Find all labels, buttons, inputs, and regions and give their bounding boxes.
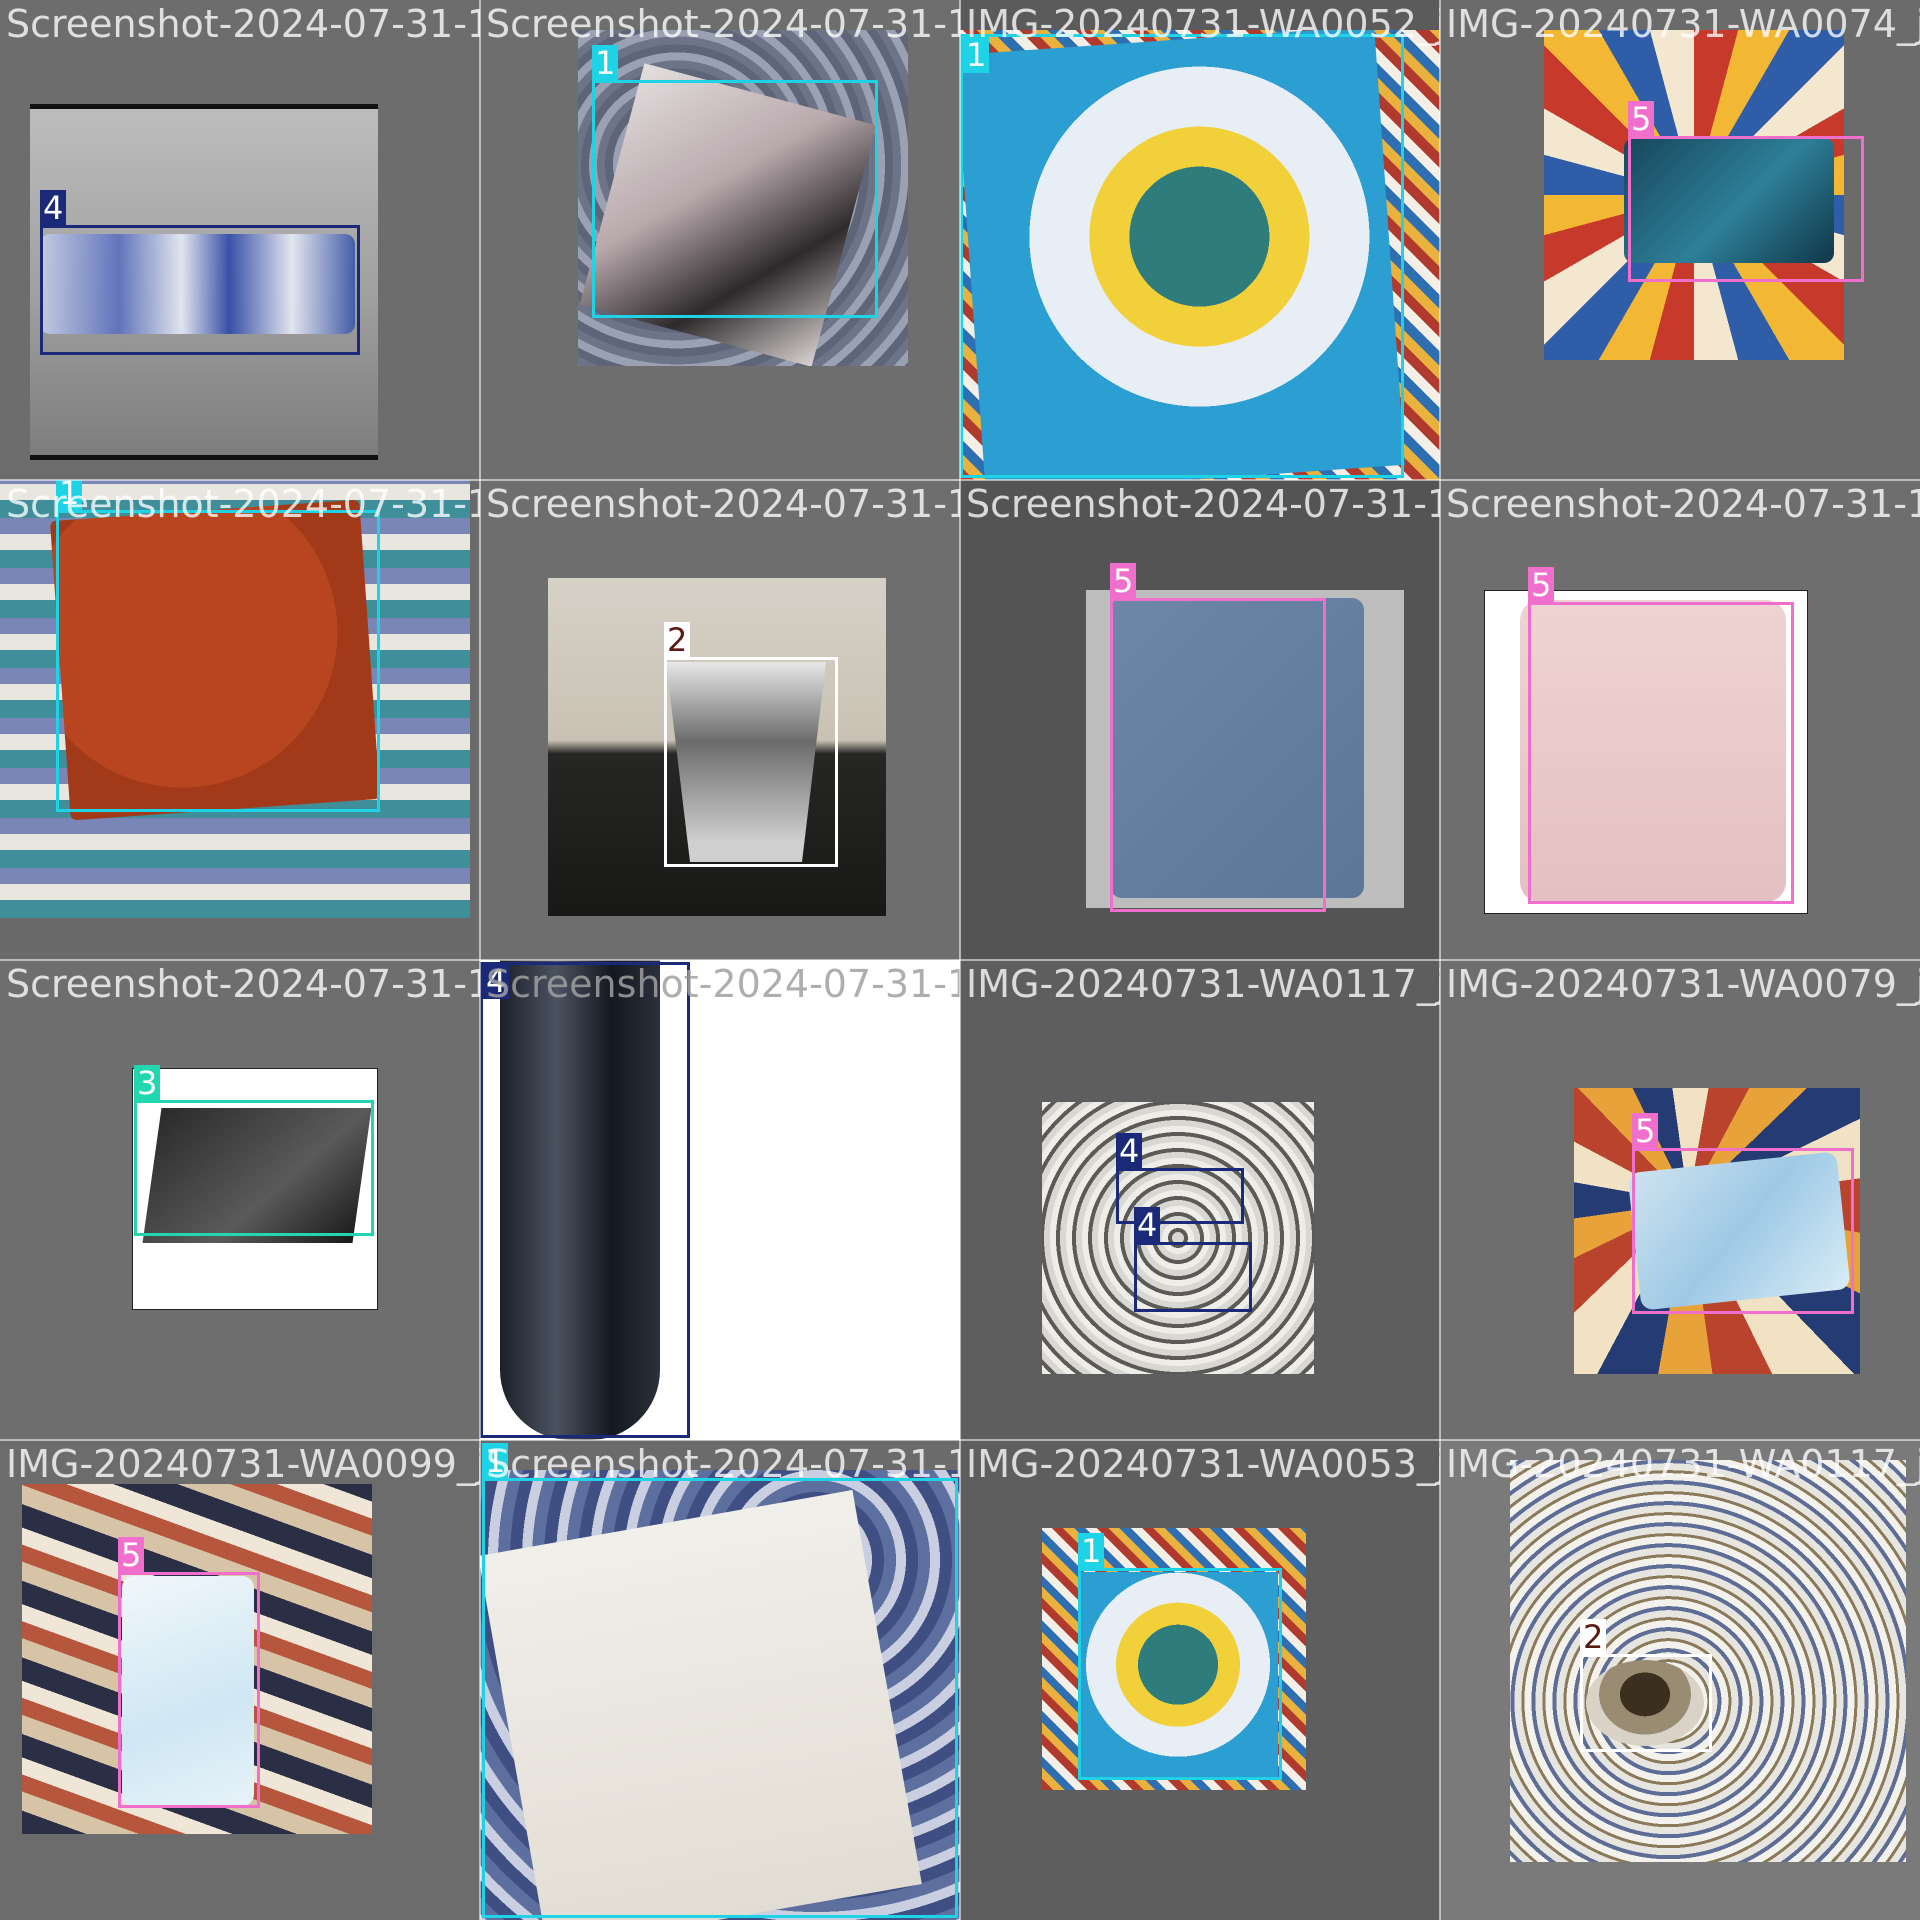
grid-divider <box>0 479 1920 481</box>
photo-patterned-cloth <box>1042 1102 1314 1374</box>
tile-15: 1 IMG-20240731-WA0053_jpg.rf <box>960 1440 1440 1920</box>
bbox: 3 <box>134 1065 374 1236</box>
tile-8: 5 Screenshot-2024-07-31-121 <box>1440 480 1920 960</box>
detection-mosaic: 4 Screenshot-2024-07-31-125739-Copy_png.… <box>0 0 1920 1920</box>
image-filename: IMG-20240731-WA0053_jpg.rf <box>966 1442 1440 1486</box>
bbox: 5 <box>1632 1113 1854 1314</box>
bbox: 4 <box>1134 1207 1252 1312</box>
bbox-class-label: 2 <box>1580 1619 1607 1655</box>
bbox: 1 <box>56 480 380 812</box>
tile-12: 5 IMG-20240731-WA0079_jpg <box>1440 960 1920 1440</box>
bbox-class-label: 4 <box>40 190 67 226</box>
bbox: 4 <box>40 190 360 355</box>
bbox-class-label: 3 <box>134 1065 161 1101</box>
grid-divider <box>0 959 1920 961</box>
bbox: 4 <box>480 962 690 1438</box>
bbox: 1 <box>482 1443 958 1918</box>
tile-10: 4 Screenshot-2024-07-31-125424-Copy_png.… <box>480 960 960 1440</box>
image-filename: Screenshot-2024-07-31-125739-Copy_png.rf <box>6 2 480 46</box>
image-filename: Screenshot-2024-07-31-123939_png.rf.1d9 <box>6 962 480 1006</box>
tile-5: 1 Screenshot-2024-07-31-125250-png.rf.b2… <box>0 480 480 960</box>
bbox: 1 <box>1078 1533 1282 1780</box>
bbox: 5 <box>1528 567 1794 904</box>
bbox: 1 <box>960 34 1404 478</box>
tile-4: 5 IMG-20240731-WA0074_jpg.rf.e2fd <box>1440 0 1920 480</box>
bbox-class-label: 1 <box>963 37 990 73</box>
tile-16: 2 IMG-20240731-WA0117_jpg <box>1440 1440 1920 1920</box>
bbox-class-label: 5 <box>1632 1113 1659 1149</box>
bbox-class-label: 4 <box>1116 1133 1143 1169</box>
bbox: 5 <box>118 1537 260 1808</box>
tile-9: 3 Screenshot-2024-07-31-123939_png.rf.1d… <box>0 960 480 1440</box>
image-filename: IMG-20240731-WA0117_jpg.rf.3a32 <box>966 962 1440 1006</box>
tile-2: 1 Screenshot-2024-07-31-125150-png.rf <box>480 0 960 480</box>
tile-11: 4 4 IMG-20240731-WA0117_jpg.rf.3a32 <box>960 960 1440 1440</box>
tile-6: 2 Screenshot-2024-07-31-123725_png.rf.0e… <box>480 480 960 960</box>
bbox-class-label: 5 <box>1528 567 1555 603</box>
bbox: 1 <box>592 45 878 318</box>
bbox-class-label: 5 <box>1628 101 1655 137</box>
image-filename: Screenshot-2024-07-31-121 <box>1446 482 1920 526</box>
bbox-class-label: 2 <box>664 622 691 658</box>
tile-7: 5 Screenshot-2024-07-31-121551_png.rf.0d… <box>960 480 1440 960</box>
image-filename: IMG-20240731-WA0099_jpg.rf.deee2cff8f0a <box>6 1442 480 1486</box>
image-filename: Screenshot-2024-07-31-123725_png.rf.0e3 <box>486 482 960 526</box>
tile-1: 4 Screenshot-2024-07-31-125739-Copy_png.… <box>0 0 480 480</box>
bbox: 2 <box>664 622 838 867</box>
bbox-class-label: 1 <box>592 45 619 81</box>
bbox: 2 <box>1580 1619 1712 1752</box>
bbox-class-label: 1 <box>482 1443 509 1479</box>
image-filename: Screenshot-2024-07-31-121551_png.rf.0d2 <box>966 482 1440 526</box>
tile-14: 1 Screenshot-2024-07-31-125144-png.rf.d7… <box>480 1440 960 1920</box>
tile-3: 1 IMG-20240731-WA0052_jpg.rf.c4d0b <box>960 0 1440 480</box>
bbox-class-label: 4 <box>1134 1207 1161 1243</box>
bbox-class-label: 1 <box>1078 1533 1105 1569</box>
bbox-class-label: 1 <box>56 480 83 511</box>
bbox-class-label: 5 <box>1110 563 1137 599</box>
bbox: 5 <box>1110 563 1326 912</box>
bbox-class-label: 4 <box>483 963 510 999</box>
bbox-class-label: 5 <box>118 1537 145 1573</box>
bbox: 5 <box>1628 101 1864 282</box>
grid-divider <box>0 1439 1920 1441</box>
image-filename: IMG-20240731-WA0079_jpg <box>1446 962 1920 1006</box>
tile-13: 5 IMG-20240731-WA0099_jpg.rf.deee2cff8f0… <box>0 1440 480 1920</box>
